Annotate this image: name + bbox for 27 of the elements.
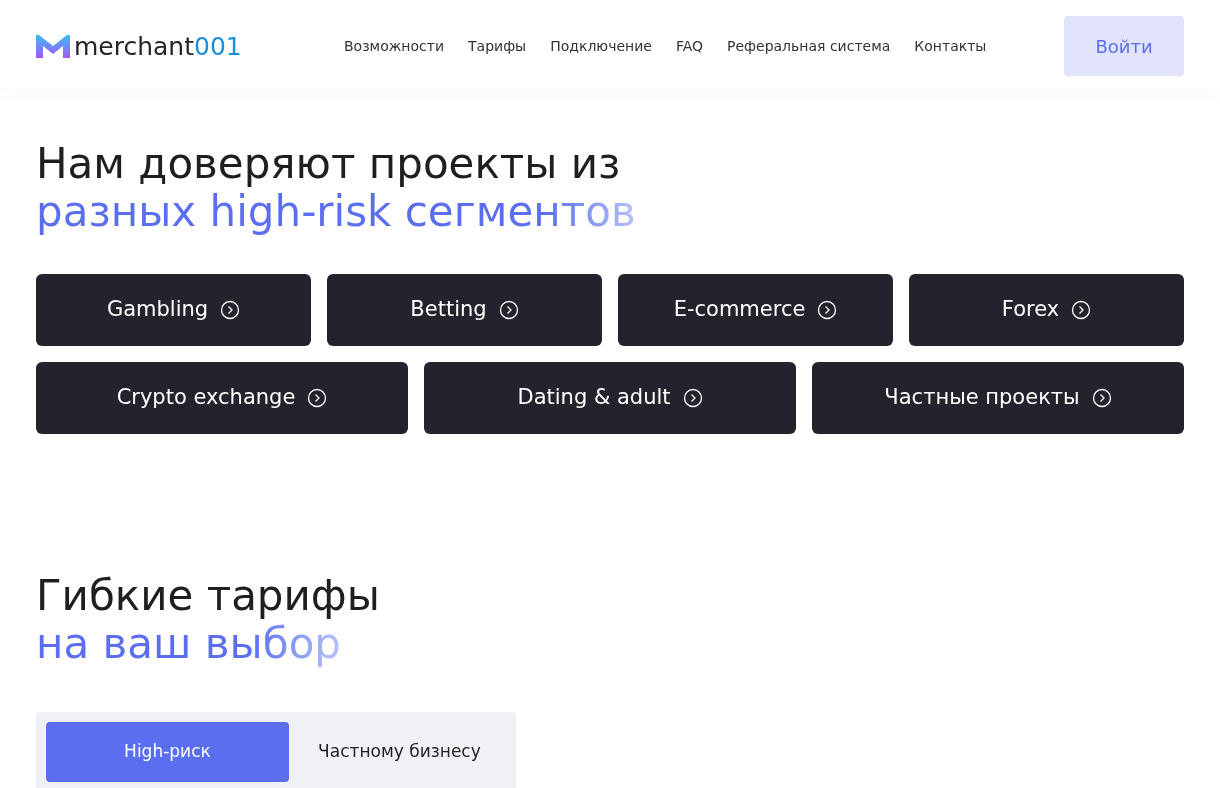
nav-link[interactable]: Тарифы (468, 35, 527, 57)
arrow-circle-icon (220, 300, 241, 320)
pricing-tab[interactable]: High-риск (46, 722, 289, 782)
segment-button[interactable]: Forex (909, 274, 1184, 346)
section-title: Нам доверяют проекты из (36, 140, 622, 188)
logo-number: 001 (194, 33, 242, 59)
segment-button[interactable]: Частные проекты (812, 362, 1184, 434)
pricing-tab[interactable]: Частному бизнесу (292, 722, 506, 782)
arrow-circle-icon (1091, 388, 1112, 408)
arrow-circle-icon (498, 300, 519, 320)
segment-button[interactable]: E-commerce (618, 274, 893, 346)
nav-link[interactable]: Возможности (344, 35, 445, 57)
nav-link[interactable]: FAQ (675, 35, 703, 57)
arrow-circle-icon (682, 388, 703, 408)
segment-button[interactable]: Crypto exchange (36, 362, 408, 434)
segment-button[interactable]: Betting (327, 274, 602, 346)
arrow-circle-icon (1071, 300, 1092, 320)
segment-button[interactable]: Gambling (36, 274, 311, 346)
nav-link[interactable]: Контакты (914, 35, 987, 57)
nav-link[interactable]: Реферальная система (727, 35, 891, 57)
arrow-circle-icon (817, 300, 838, 320)
segment-button[interactable]: Dating & adult (424, 362, 796, 434)
section-title: Гибкие тарифы (36, 572, 381, 620)
nav-link[interactable]: Подключение (550, 35, 652, 57)
logo-icon (36, 34, 70, 58)
arrow-circle-icon (307, 388, 328, 408)
logo-text: merchant (74, 33, 195, 59)
